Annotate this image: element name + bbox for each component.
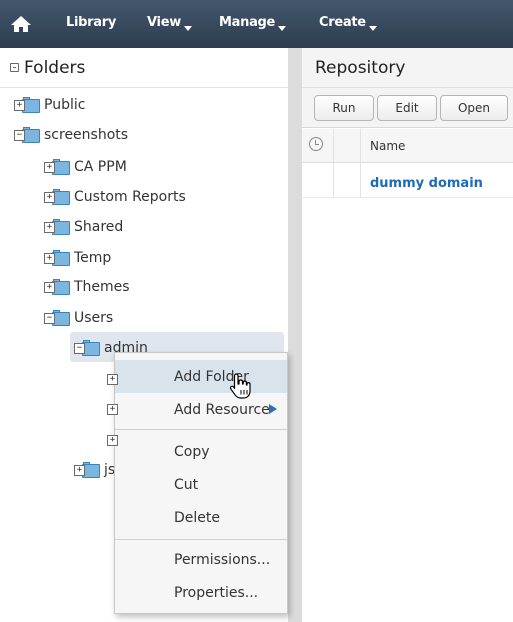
run-button-label: Run [332,101,356,115]
tree-node-label: Custom Reports [74,189,186,205]
menu-item-label: Add Resource [174,401,270,418]
column-header-name[interactable]: Name [370,139,405,153]
folder-icon: + [44,158,70,176]
tree-node-label: Temp [74,250,112,266]
tree-node-temp[interactable]: + Temp [44,243,111,273]
tree-node-label: Themes [74,279,130,295]
repository-panel-header: Repository [302,48,513,88]
open-button[interactable]: Open [440,95,508,121]
folders-panel-title: Folders [24,57,86,78]
menu-item-add-folder[interactable]: Add Folder [115,360,287,393]
nav-view[interactable]: View [147,15,192,31]
home-icon[interactable] [8,12,34,36]
expand-icon[interactable]: + [44,281,55,293]
expand-icon[interactable]: + [107,434,118,446]
tree-node-label: Public [44,97,86,113]
menu-item-label: Delete [174,509,220,526]
menu-item-label: Copy [174,443,210,460]
submenu-arrow-icon [269,404,277,414]
folder-icon: + [14,96,40,114]
menu-item-delete[interactable]: Delete [115,501,287,534]
nav-create-label: Create [319,15,366,30]
hand-pointer-cursor-icon [228,372,254,400]
expand-icon[interactable]: + [74,464,85,476]
column-divider [333,129,334,197]
collapse-panel-icon[interactable] [10,63,19,72]
menu-item-label: Permissions... [174,551,271,568]
folder-icon: + [44,188,70,206]
tree-node-users[interactable]: − Users [44,303,113,333]
chevron-down-icon [183,26,192,31]
folder-icon: + [44,218,70,236]
run-button[interactable]: Run [314,95,374,121]
chevron-down-icon [278,26,287,31]
repository-panel-title: Repository [315,57,406,78]
menu-item-label: Cut [174,476,199,493]
menu-item-permissions[interactable]: Permissions... [115,543,287,576]
folder-icon: − [44,309,70,327]
tree-node-label: Shared [74,219,124,235]
tree-node-public[interactable]: + Public [14,90,85,120]
open-button-label: Open [457,101,491,115]
folders-panel-header: Folders [0,48,288,88]
folder-icon: + [44,249,70,267]
edit-button-label: Edit [395,101,419,115]
repository-panel: Repository Run Edit Open Name dummy doma… [302,48,513,622]
edit-button[interactable]: Edit [377,95,437,121]
collapse-icon[interactable]: − [14,129,25,141]
nav-library-label: Library [66,15,117,30]
menu-item-add-resource[interactable]: Add Resource [115,393,287,426]
folder-icon: + [74,461,100,479]
clock-icon[interactable] [309,137,323,151]
expand-icon[interactable]: + [44,221,55,233]
tree-node-label: CA PPM [74,159,127,175]
nav-library[interactable]: Library [66,15,116,30]
menu-separator [115,539,287,540]
expand-icon[interactable]: + [107,403,118,415]
panel-splitter[interactable] [288,48,302,622]
top-nav-bar: Library View Manage Create [0,0,513,48]
folder-icon: + [44,278,70,296]
collapse-icon[interactable]: − [74,342,85,354]
menu-separator [115,429,287,430]
tree-node-label: Users [74,310,114,326]
nav-view-label: View [147,15,181,30]
menu-item-properties[interactable]: Properties... [115,576,287,609]
nav-create[interactable]: Create [319,15,377,31]
chevron-down-icon [368,26,377,31]
nav-manage[interactable]: Manage [219,15,287,31]
repository-toolbar: Run Edit Open [302,88,513,128]
expand-icon[interactable]: + [44,161,55,173]
nav-manage-label: Manage [219,15,276,30]
tree-node-label: screenshots [44,127,129,143]
expand-icon[interactable]: + [44,191,55,203]
expand-icon[interactable]: + [44,252,55,264]
tree-node-shared[interactable]: + Shared [44,212,123,242]
context-menu: Add Folder Add Resource Copy Cut Delete … [114,352,288,614]
collapse-icon[interactable]: − [44,312,55,324]
tree-node-ca-ppm[interactable]: + CA PPM [44,152,127,182]
menu-item-copy[interactable]: Copy [115,435,287,468]
expand-icon[interactable]: + [107,373,118,385]
tree-node-custom-reports[interactable]: + Custom Reports [44,182,186,212]
folder-icon: − [14,126,40,144]
menu-item-cut[interactable]: Cut [115,468,287,501]
folder-icon: − [74,339,100,357]
expand-icon[interactable]: + [14,99,25,111]
resource-link[interactable]: dummy domain [370,176,483,191]
tree-node-screenshots[interactable]: − screenshots [14,120,128,150]
row-divider [302,197,513,198]
tree-node-themes[interactable]: + Themes [44,272,130,302]
column-divider [360,129,361,197]
menu-item-label: Properties... [174,584,259,601]
